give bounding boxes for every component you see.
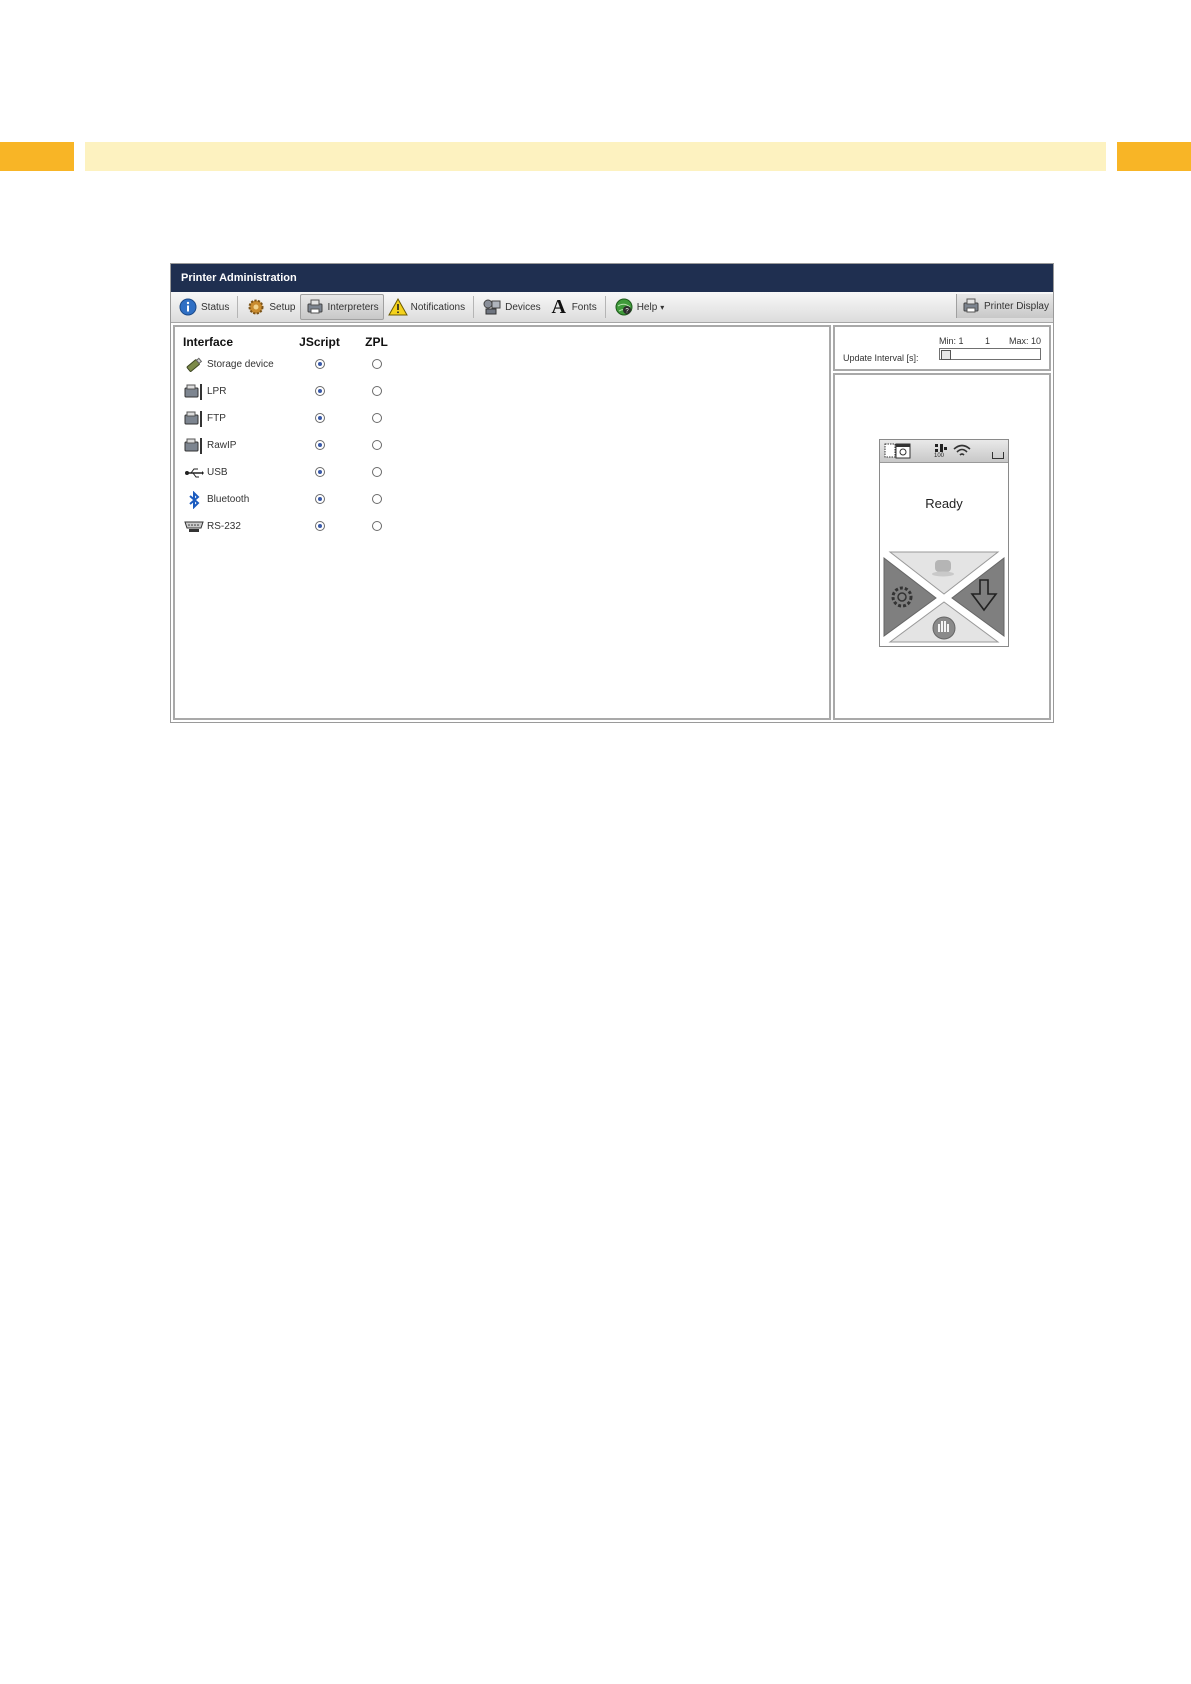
update-interval-value: 1 xyxy=(985,336,991,346)
lcd-status-bar: 100 xyxy=(880,440,1008,463)
calendar-clock-icon xyxy=(884,442,914,465)
printer-display-pane: Min: 1 1 Max: 10 Update Interval [s]: 10… xyxy=(833,325,1051,720)
table-row: LPR xyxy=(183,378,405,405)
interface-name: USB xyxy=(207,467,228,478)
info-icon xyxy=(178,297,198,317)
radio-zpl-ftp[interactable] xyxy=(371,413,382,424)
help-globe-icon: ? xyxy=(614,297,634,317)
wifi-icon xyxy=(952,442,972,465)
update-interval-panel: Min: 1 1 Max: 10 Update Interval [s]: xyxy=(833,325,1051,371)
tab-devices-label: Devices xyxy=(505,301,541,313)
tab-status[interactable]: Status xyxy=(174,295,233,319)
tab-help[interactable]: ? Help ▾ xyxy=(610,295,669,319)
devices-icon xyxy=(482,297,502,317)
window-title: Printer Administration xyxy=(171,264,1053,292)
radio-jscript-lpr[interactable] xyxy=(314,386,325,397)
tab-setup[interactable]: Setup xyxy=(242,295,299,319)
tab-fonts-label: Fonts xyxy=(571,301,597,313)
network-printer-icon xyxy=(183,409,205,429)
printer-lcd: 100 Ready xyxy=(879,439,1009,647)
network-printer-icon xyxy=(183,382,205,402)
printer-display-button[interactable]: Printer Display xyxy=(955,294,1053,318)
interpreters-table: Interface JScript ZPL Storage device LPR… xyxy=(183,333,405,540)
printer-icon xyxy=(305,297,325,317)
printer-display-label: Printer Display xyxy=(983,300,1049,312)
font-icon: A xyxy=(551,295,566,318)
radio-zpl-rs-232[interactable] xyxy=(371,521,382,532)
header-band-left xyxy=(0,142,74,171)
interface-name: Storage device xyxy=(207,359,274,370)
tab-notifications-label: Notifications xyxy=(410,301,466,313)
toolbar-separator xyxy=(237,296,239,318)
printer-icon xyxy=(961,296,981,316)
signal-value: 100 xyxy=(934,453,945,459)
content-area: Interface JScript ZPL Storage device LPR… xyxy=(171,323,1053,722)
radio-jscript-rawip[interactable] xyxy=(314,440,325,451)
update-interval-label: Update Interval [s]: xyxy=(843,353,919,363)
radio-jscript-usb[interactable] xyxy=(314,467,325,478)
update-interval-min: Min: 1 xyxy=(939,336,964,346)
warning-icon xyxy=(387,297,408,317)
table-row: USB xyxy=(183,459,405,486)
interface-name: RS-232 xyxy=(207,521,241,532)
tab-interpreters-label: Interpreters xyxy=(327,301,379,313)
stop-hand-icon xyxy=(932,616,956,640)
help-dropdown-icon: ▾ xyxy=(660,302,665,312)
table-row: RawIP xyxy=(183,432,405,459)
tab-devices[interactable]: Devices xyxy=(478,295,545,319)
network-printer-icon xyxy=(183,436,205,456)
radio-zpl-usb[interactable] xyxy=(371,467,382,478)
toolbar: Status Setup Interpreters Notifications xyxy=(171,292,1053,323)
column-header-jscript: JScript xyxy=(299,335,340,349)
printer-admin-window: Printer Administration Status Setup Inte… xyxy=(170,263,1054,723)
radio-zpl-rawip[interactable] xyxy=(371,440,382,451)
interpreters-pane: Interface JScript ZPL Storage device LPR… xyxy=(173,325,831,720)
update-interval-max: Max: 10 xyxy=(1008,336,1041,346)
table-row: Bluetooth xyxy=(183,486,405,513)
battery-icon xyxy=(992,452,1004,459)
usb-icon xyxy=(183,463,205,483)
toolbar-separator xyxy=(473,296,475,318)
toolbar-separator xyxy=(604,296,606,318)
interface-name: FTP xyxy=(207,413,226,424)
lcd-control-pad xyxy=(883,551,1005,643)
tab-status-label: Status xyxy=(201,301,230,313)
table-row: RS-232 xyxy=(183,513,405,540)
tab-fonts[interactable]: A Fonts xyxy=(545,295,601,319)
lcd-status-text: Ready xyxy=(925,496,963,511)
header-band-middle xyxy=(85,142,1106,171)
interface-name: RawIP xyxy=(207,440,237,451)
radio-zpl-bluetooth[interactable] xyxy=(371,494,382,505)
table-header-row: Interface JScript ZPL xyxy=(183,333,405,351)
interface-name: Bluetooth xyxy=(207,494,250,505)
column-header-zpl: ZPL xyxy=(365,335,388,349)
tab-interpreters[interactable]: Interpreters xyxy=(299,294,384,320)
printer-display-panel: 100 Ready xyxy=(833,373,1051,720)
update-interval-slider[interactable] xyxy=(939,348,1041,360)
tab-setup-label: Setup xyxy=(269,301,296,313)
radio-zpl-storage-device[interactable] xyxy=(371,359,382,370)
usb-stick-icon xyxy=(183,355,205,375)
column-header-interface: Interface xyxy=(183,335,234,349)
radio-jscript-ftp[interactable] xyxy=(314,413,325,424)
tab-help-label: Help xyxy=(636,301,658,313)
header-band-right xyxy=(1117,142,1191,171)
bluetooth-icon xyxy=(183,490,205,510)
slider-thumb[interactable] xyxy=(941,350,951,360)
radio-zpl-lpr[interactable] xyxy=(371,386,382,397)
table-row: FTP xyxy=(183,405,405,432)
radio-jscript-rs-232[interactable] xyxy=(314,521,325,532)
gear-icon xyxy=(246,297,266,317)
radio-jscript-bluetooth[interactable] xyxy=(314,494,325,505)
interface-name: LPR xyxy=(207,386,227,397)
table-row: Storage device xyxy=(183,351,405,378)
tab-notifications[interactable]: Notifications xyxy=(384,295,469,319)
serial-port-icon xyxy=(183,517,205,537)
radio-jscript-storage-device[interactable] xyxy=(314,359,325,370)
